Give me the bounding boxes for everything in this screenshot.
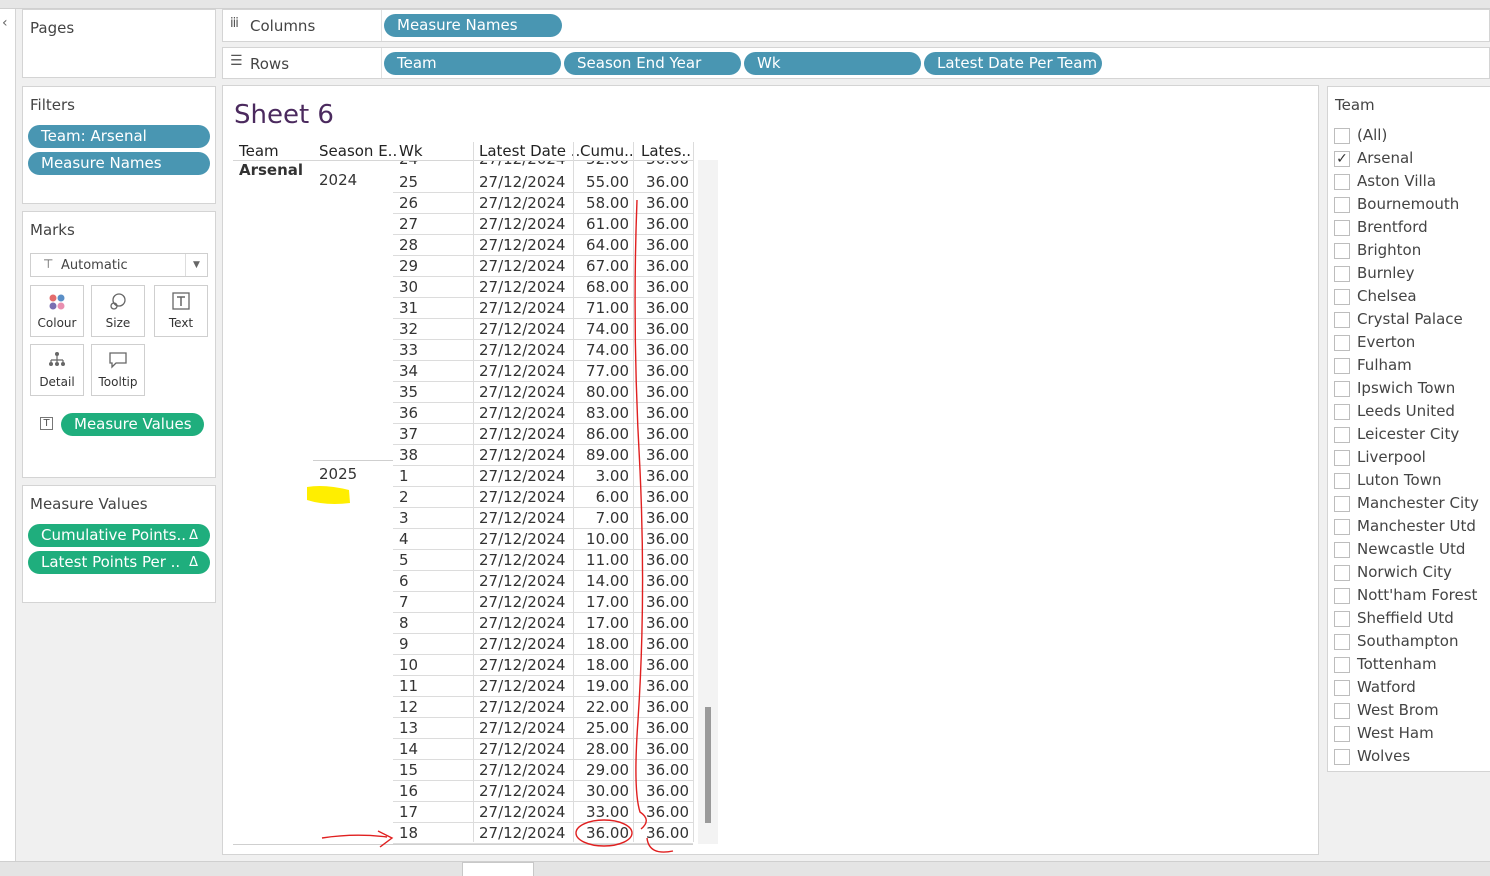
sheet-tab-bar	[0, 861, 1490, 876]
red-circle-annotation	[575, 819, 633, 847]
red-arrow-annotation	[321, 830, 394, 848]
sheet-tab-active[interactable]	[462, 862, 534, 876]
yellow-highlight-mark	[307, 486, 350, 504]
red-line-annotation	[634, 199, 674, 853]
annotation-overlay	[307, 199, 674, 853]
